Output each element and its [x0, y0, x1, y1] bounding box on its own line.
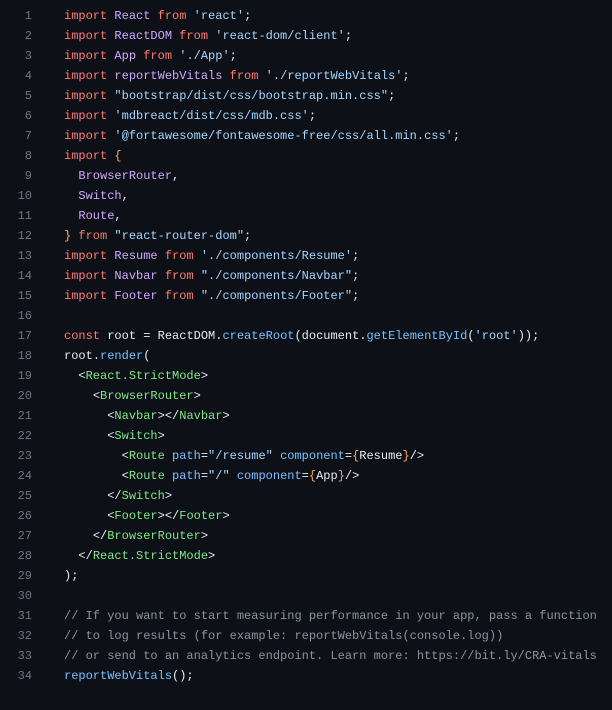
line-number: 17 — [0, 326, 32, 346]
code-line[interactable]: import React from 'react'; — [64, 6, 612, 26]
code-line[interactable]: reportWebVitals(); — [64, 666, 612, 686]
line-number: 14 — [0, 266, 32, 286]
line-number: 32 — [0, 626, 32, 646]
line-number: 8 — [0, 146, 32, 166]
code-line[interactable]: <Route path="/resume" component={Resume}… — [64, 446, 612, 466]
code-line[interactable]: Route, — [64, 206, 612, 226]
code-line[interactable]: <BrowserRouter> — [64, 386, 612, 406]
code-line[interactable]: } from "react-router-dom"; — [64, 226, 612, 246]
code-line[interactable]: const root = ReactDOM.createRoot(documen… — [64, 326, 612, 346]
code-editor[interactable]: 1234567891011121314151617181920212223242… — [0, 0, 612, 692]
line-number: 29 — [0, 566, 32, 586]
code-line[interactable]: import Footer from "./components/Footer"… — [64, 286, 612, 306]
code-content[interactable]: import React from 'react';import ReactDO… — [50, 6, 612, 686]
line-number: 27 — [0, 526, 32, 546]
code-line[interactable]: </React.StrictMode> — [64, 546, 612, 566]
code-line[interactable]: </Switch> — [64, 486, 612, 506]
line-number: 22 — [0, 426, 32, 446]
code-line[interactable]: // or send to an analytics endpoint. Lea… — [64, 646, 612, 666]
code-line[interactable]: import { — [64, 146, 612, 166]
line-number: 11 — [0, 206, 32, 226]
line-number: 31 — [0, 606, 32, 626]
line-number: 26 — [0, 506, 32, 526]
line-number: 21 — [0, 406, 32, 426]
line-number: 28 — [0, 546, 32, 566]
code-line[interactable]: <React.StrictMode> — [64, 366, 612, 386]
code-line[interactable]: import "bootstrap/dist/css/bootstrap.min… — [64, 86, 612, 106]
line-number: 10 — [0, 186, 32, 206]
code-line[interactable]: <Route path="/" component={App}/> — [64, 466, 612, 486]
line-number: 24 — [0, 466, 32, 486]
line-number: 19 — [0, 366, 32, 386]
line-number: 23 — [0, 446, 32, 466]
line-number: 15 — [0, 286, 32, 306]
line-number: 2 — [0, 26, 32, 46]
line-number: 25 — [0, 486, 32, 506]
code-line[interactable]: // to log results (for example: reportWe… — [64, 626, 612, 646]
code-line[interactable]: <Switch> — [64, 426, 612, 446]
code-line[interactable]: import Navbar from "./components/Navbar"… — [64, 266, 612, 286]
code-line[interactable]: // If you want to start measuring perfor… — [64, 606, 612, 626]
line-number: 1 — [0, 6, 32, 26]
code-line[interactable]: import reportWebVitals from './reportWeb… — [64, 66, 612, 86]
line-number: 20 — [0, 386, 32, 406]
code-line[interactable]: Switch, — [64, 186, 612, 206]
line-number: 9 — [0, 166, 32, 186]
code-line[interactable] — [64, 586, 612, 606]
line-number: 33 — [0, 646, 32, 666]
code-line[interactable]: root.render( — [64, 346, 612, 366]
line-number: 16 — [0, 306, 32, 326]
code-line[interactable]: <Footer></Footer> — [64, 506, 612, 526]
code-line[interactable]: BrowserRouter, — [64, 166, 612, 186]
line-number: 6 — [0, 106, 32, 126]
code-line[interactable]: import '@fortawesome/fontawesome-free/cs… — [64, 126, 612, 146]
line-number-gutter: 1234567891011121314151617181920212223242… — [0, 6, 50, 686]
code-line[interactable]: import App from './App'; — [64, 46, 612, 66]
code-line[interactable]: import ReactDOM from 'react-dom/client'; — [64, 26, 612, 46]
code-line[interactable] — [64, 306, 612, 326]
code-line[interactable]: import Resume from './components/Resume'… — [64, 246, 612, 266]
line-number: 18 — [0, 346, 32, 366]
line-number: 7 — [0, 126, 32, 146]
line-number: 34 — [0, 666, 32, 686]
line-number: 12 — [0, 226, 32, 246]
line-number: 30 — [0, 586, 32, 606]
code-line[interactable]: <Navbar></Navbar> — [64, 406, 612, 426]
line-number: 4 — [0, 66, 32, 86]
line-number: 3 — [0, 46, 32, 66]
line-number: 5 — [0, 86, 32, 106]
code-line[interactable]: </BrowserRouter> — [64, 526, 612, 546]
line-number: 13 — [0, 246, 32, 266]
code-line[interactable]: ); — [64, 566, 612, 586]
code-line[interactable]: import 'mdbreact/dist/css/mdb.css'; — [64, 106, 612, 126]
